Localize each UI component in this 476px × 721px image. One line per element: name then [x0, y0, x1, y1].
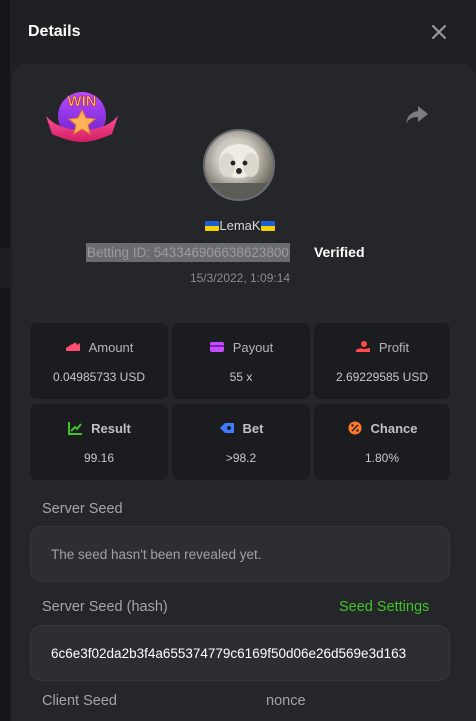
seed-settings-link[interactable]: Seed Settings [339, 599, 429, 615]
backdrop-strip [0, 248, 10, 288]
amount-icon [65, 342, 80, 351]
dog-photo-icon [205, 144, 273, 199]
stat-label: Bet [242, 420, 264, 436]
share-button[interactable] [404, 104, 430, 126]
stat-label: Chance [370, 420, 418, 436]
ukraine-flag-icon [260, 221, 275, 231]
close-button[interactable] [428, 21, 450, 43]
details-modal: Details WIN LemaK Betting ID: 5433469066… [10, 0, 476, 721]
modal-title: Details [28, 23, 81, 40]
payout-icon [209, 342, 224, 352]
stat-bet: Bet >98.2 [172, 404, 310, 480]
stat-amount: Amount 0.04985733 USD [30, 323, 168, 399]
stat-payout: Payout 55 x [172, 323, 310, 399]
stat-label: Payout [232, 339, 274, 355]
stat-label: Result [91, 420, 131, 436]
stat-chance: Chance 1.80% [314, 404, 450, 480]
bet-details-panel: WIN LemaK Betting ID: 543346906638623800… [12, 64, 476, 721]
client-seed-label: Client Seed [42, 693, 117, 709]
server-seed-field: The seed hasn't been revealed yet. [30, 526, 450, 582]
win-badge-icon: WIN [46, 92, 118, 142]
server-seed-hash-field[interactable]: 6c6e3f02da2b3f4a655374779c6169f50d06e26d… [30, 625, 450, 681]
stat-value: 55 x [229, 370, 253, 384]
stat-value: 1.80% [364, 451, 400, 465]
stat-value: 0.04985733 USD [52, 370, 146, 384]
username-row: LemaK [12, 218, 468, 233]
nonce-label: nonce [266, 693, 306, 709]
modal-header: Details [10, 0, 476, 64]
username: LemaK [219, 218, 261, 233]
avatar [203, 129, 275, 201]
stat-value: 2.69229585 USD [335, 370, 429, 384]
profit-icon [355, 341, 370, 352]
close-icon [432, 25, 446, 39]
win-badge-text: WIN [67, 93, 96, 110]
stat-label: Profit [378, 339, 410, 355]
stat-result: Result 99.16 [30, 404, 168, 480]
stat-value: 99.16 [83, 451, 115, 465]
ukraine-flag-icon [205, 221, 220, 231]
result-icon [68, 422, 83, 435]
betting-id-row: Betting ID: 543346906638623800 Verified [86, 241, 365, 263]
stat-label: Amount [88, 339, 134, 355]
bet-icon [219, 423, 234, 433]
betting-id[interactable]: Betting ID: 543346906638623800 [86, 242, 290, 262]
stat-value: >98.2 [225, 451, 257, 465]
chance-icon [348, 421, 362, 435]
verified-label: Verified [313, 244, 365, 260]
bet-datetime: 15/3/2022, 1:09:14 [189, 271, 291, 285]
stats-grid: Amount 0.04985733 USD Payout 55 x Profit… [30, 323, 450, 480]
stat-profit: Profit 2.69229585 USD [314, 323, 450, 399]
server-seed-hash-label: Server Seed (hash) [42, 599, 168, 615]
server-seed-label: Server Seed [42, 501, 123, 517]
server-seed-note: The seed hasn't been revealed yet. [51, 546, 262, 562]
share-icon [406, 106, 428, 124]
server-seed-hash-value: 6c6e3f02da2b3f4a655374779c6169f50d06e26d… [51, 645, 407, 661]
